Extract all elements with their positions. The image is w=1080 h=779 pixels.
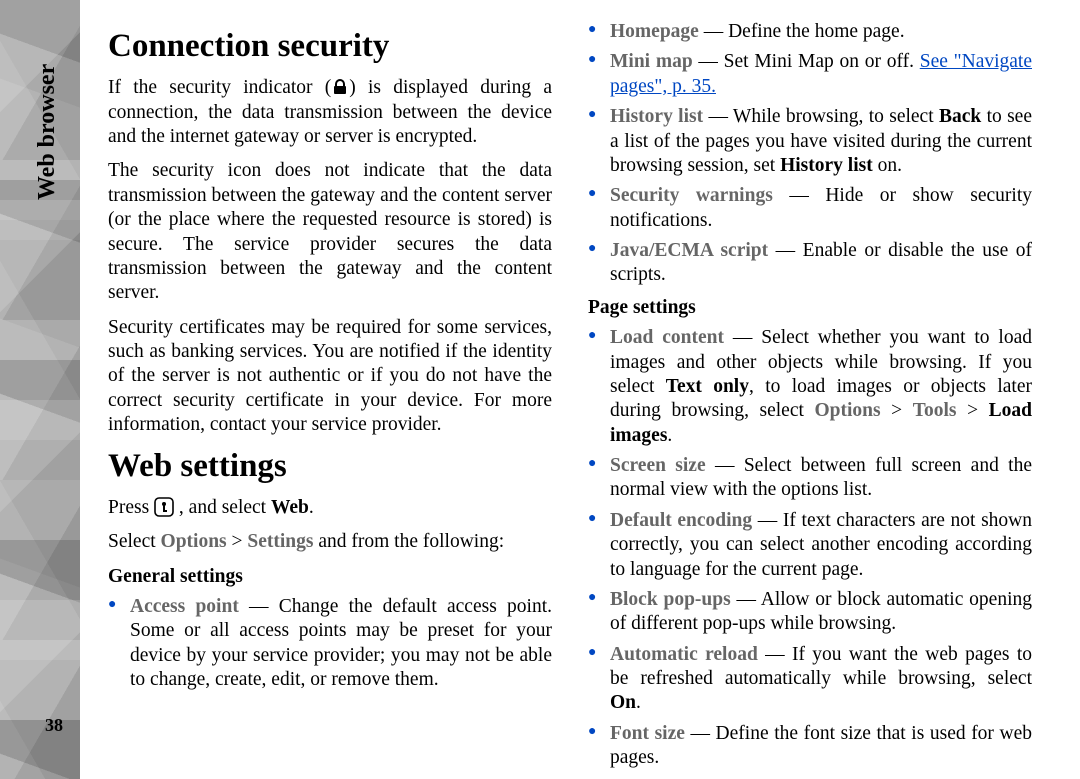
text-bold: Back — [939, 106, 981, 127]
decorative-sidebar: Web browser 38 — [0, 0, 80, 779]
list-item: Default encoding — If text characters ar… — [588, 509, 1032, 582]
manual-page: Web browser 38 Connection security If th… — [0, 0, 1080, 779]
press-instruction: Press , and select Web. — [108, 496, 552, 520]
list-item: Java/ECMA script — Enable or disable the… — [588, 239, 1032, 288]
text: If the security indicator ( — [108, 77, 331, 98]
text: > — [881, 400, 913, 421]
left-column: Connection security If the security indi… — [90, 20, 570, 759]
text-bold: Access point — [130, 596, 239, 617]
text: and from the following: — [313, 531, 504, 552]
text-bold: Font size — [610, 723, 685, 744]
text-bold: Default encoding — [610, 510, 752, 531]
text: > — [957, 400, 989, 421]
text-bold: History list — [780, 155, 873, 176]
menu-key-icon — [154, 497, 174, 517]
text-bold: Block pop-ups — [610, 589, 731, 610]
text: , and select — [174, 497, 271, 518]
text-bold: Load content — [610, 327, 724, 348]
text: on. — [873, 155, 902, 176]
text: — While browsing, to select — [703, 106, 939, 127]
certificates-paragraph: Security certificates may be required fo… — [108, 316, 552, 438]
list-item: Block pop-ups — Allow or block automatic… — [588, 588, 1032, 637]
section-tab-label: Web browser — [34, 64, 61, 200]
text: Select — [108, 531, 161, 552]
list-item: Automatic reload — If you want the web p… — [588, 643, 1032, 716]
text: . — [667, 425, 672, 446]
text-bold: Mini map — [610, 51, 693, 72]
subheading-general-settings: General settings — [108, 565, 552, 589]
text-bold: Options — [161, 531, 227, 552]
list-item: Access point — Change the default access… — [108, 595, 552, 693]
list-item: Security warnings — Hide or show securit… — [588, 184, 1032, 233]
list-item: Font size — Define the font size that is… — [588, 722, 1032, 771]
security-note-paragraph: The security icon does not indicate that… — [108, 159, 552, 305]
list-item: Load content — Select whether you want t… — [588, 326, 1032, 448]
text: — Set Mini Map on or off. — [693, 51, 920, 72]
text: . — [636, 692, 641, 713]
subheading-page-settings: Page settings — [588, 296, 1032, 320]
page-settings-list: Load content — Select whether you want t… — [588, 326, 1032, 770]
select-instruction: Select Options > Settings and from the f… — [108, 530, 552, 554]
general-settings-list: Access point — Change the default access… — [108, 595, 552, 693]
text: . — [309, 497, 314, 518]
right-column: Homepage — Define the home page. Mini ma… — [570, 20, 1050, 759]
text-bold: Settings — [247, 531, 313, 552]
text: > — [227, 531, 248, 552]
text: — Define the home page. — [699, 21, 905, 42]
security-intro-paragraph: If the security indicator () is displaye… — [108, 76, 552, 149]
text-bold: On — [610, 692, 636, 713]
text-bold: Automatic reload — [610, 644, 758, 665]
text-bold: Tools — [913, 400, 957, 421]
lock-icon — [331, 78, 349, 96]
text-bold: Homepage — [610, 21, 699, 42]
general-settings-list-cont: Homepage — Define the home page. Mini ma… — [588, 20, 1032, 288]
content-area: Connection security If the security indi… — [80, 0, 1080, 779]
page-number: 38 — [45, 715, 63, 736]
list-item: Homepage — Define the home page. — [588, 20, 1032, 44]
heading-connection-security: Connection security — [108, 28, 552, 64]
text-bold: Web — [271, 497, 309, 518]
text-bold: Options — [815, 400, 881, 421]
text: Press — [108, 497, 154, 518]
heading-web-settings: Web settings — [108, 448, 552, 484]
text-bold: Text only — [666, 376, 749, 397]
list-item: Mini map — Set Mini Map on or off. See "… — [588, 50, 1032, 99]
list-item: Screen size — Select between full screen… — [588, 454, 1032, 503]
text-bold: History list — [610, 106, 703, 127]
text-bold: Screen size — [610, 455, 706, 476]
text-bold: Security warnings — [610, 185, 773, 206]
list-item: History list — While browsing, to select… — [588, 105, 1032, 178]
text-bold: Java/ECMA script — [610, 240, 768, 261]
